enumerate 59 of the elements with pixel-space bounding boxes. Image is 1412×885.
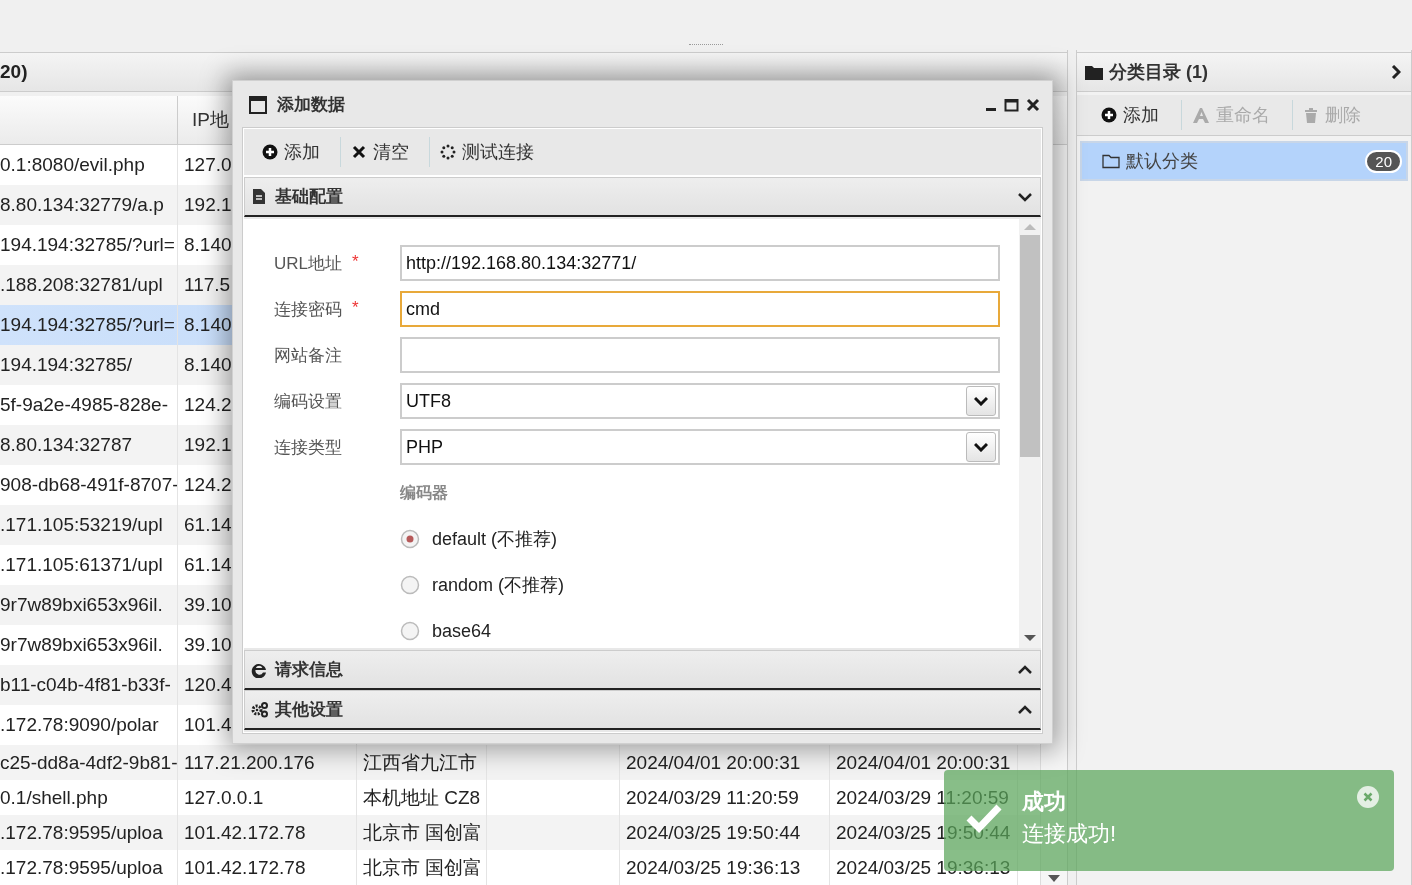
- spinner-icon: [440, 144, 456, 160]
- input-field[interactable]: cmd: [400, 291, 1000, 327]
- count-badge: 20: [1365, 149, 1402, 173]
- resize-handle[interactable]: [689, 44, 723, 48]
- dialog-title-bar[interactable]: 添加数据: [243, 81, 1042, 128]
- field-label: 连接类型: [274, 436, 342, 459]
- trash-icon: [1303, 106, 1319, 124]
- chevron-down-icon: [974, 396, 988, 406]
- table-cell: 北京市 国创富: [357, 850, 487, 885]
- scroll-down-icon[interactable]: [1024, 634, 1036, 642]
- category-label: 默认分类: [1126, 150, 1199, 173]
- field-label: 网站备注: [274, 344, 342, 367]
- scroll-thumb[interactable]: [1020, 235, 1040, 457]
- toolbar-button[interactable]: 添加: [252, 137, 341, 167]
- toolbar-button[interactable]: 清空: [341, 137, 430, 167]
- radio-button[interactable]: [400, 575, 420, 595]
- gears-icon: [251, 701, 269, 718]
- browser-icon: [251, 661, 269, 678]
- text-icon: [1192, 106, 1210, 124]
- table-cell[interactable]: .172.78:9595/uploa: [0, 850, 178, 885]
- chevron-down-icon: [974, 442, 988, 452]
- section-header[interactable]: 基础配置: [244, 177, 1041, 217]
- toast-message: 连接成功!: [1022, 819, 1117, 848]
- scroll-down-icon[interactable]: [1048, 875, 1060, 883]
- input-field[interactable]: [400, 337, 1000, 373]
- dialog-title: 添加数据: [277, 94, 346, 116]
- add-icon: [1101, 106, 1117, 124]
- toolbar-button[interactable]: 添加: [1091, 100, 1182, 130]
- chevron-up-icon[interactable]: [1018, 704, 1032, 715]
- field-label: 编码设置: [274, 390, 342, 413]
- option-label: default (不推荐): [432, 528, 558, 551]
- option-label: random (不推荐): [432, 574, 565, 597]
- panel-title: 分类目录 (1): [1109, 61, 1209, 84]
- section-header[interactable]: 其他设置: [244, 690, 1041, 730]
- toolbar-button[interactable]: 测试连接: [430, 137, 554, 167]
- chevron-down-icon[interactable]: [1018, 191, 1032, 202]
- radio-button[interactable]: [400, 529, 420, 549]
- option-label: base64: [432, 620, 492, 642]
- section-title: 基础配置: [275, 186, 344, 208]
- close-icon[interactable]: [1026, 97, 1040, 112]
- dropdown[interactable]: UTF8: [400, 383, 1000, 419]
- section-header[interactable]: 请求信息: [244, 650, 1041, 690]
- table-cell: 101.42.172.78: [178, 850, 357, 885]
- folder-icon: [1102, 153, 1120, 169]
- group-label: 编码器: [400, 483, 449, 503]
- panel-title-text: 20): [0, 61, 28, 83]
- chevron-up-icon[interactable]: [1018, 664, 1032, 675]
- window-icon: [249, 95, 267, 114]
- toast-title: 成功: [1022, 787, 1066, 816]
- input-field[interactable]: http://192.168.80.134:32771/: [400, 245, 1000, 281]
- folder-icon: [1085, 64, 1103, 80]
- category-item[interactable]: 默认分类 20: [1080, 141, 1408, 181]
- chevron-right-icon[interactable]: [1391, 65, 1401, 79]
- add-icon: [262, 144, 278, 160]
- table-cell: 2024/03/25 19:36:13: [620, 850, 830, 885]
- radio-button[interactable]: [400, 621, 420, 641]
- dropdown[interactable]: PHP: [400, 429, 1000, 465]
- close-icon: [351, 144, 367, 160]
- maximize-icon[interactable]: [1004, 97, 1019, 112]
